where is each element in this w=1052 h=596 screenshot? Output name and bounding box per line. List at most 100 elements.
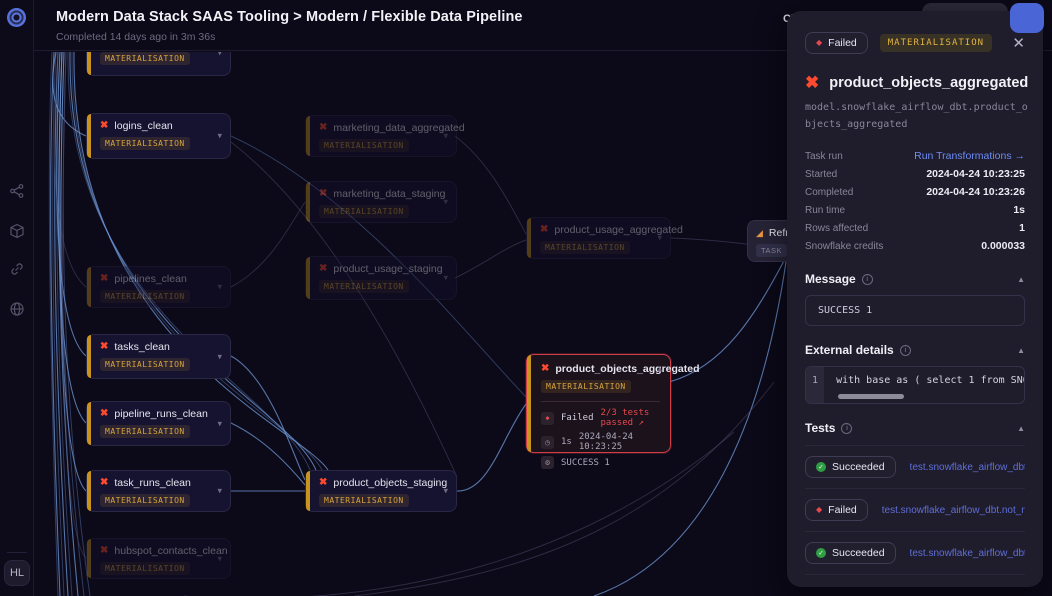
horizontal-scrollbar[interactable] (838, 394, 904, 399)
kv-label: Rows affected (805, 223, 868, 234)
test-status-label: Failed (828, 504, 857, 516)
test-link[interactable]: test.snowflake_airflow_dbt.unique_pro (910, 462, 1025, 473)
test-status-label: Succeeded (832, 461, 885, 473)
node-label: marketing_data_staging (333, 188, 445, 200)
sql-code-block[interactable]: 1 with base as ( select 1 from SNOWFLAKE (805, 366, 1025, 404)
primary-button[interactable] (1010, 3, 1044, 33)
materialisation-badge: MATERIALISATION (541, 380, 631, 393)
succeeded-check-icon: ✓ (816, 548, 826, 558)
graph-node-product_usage_aggregated[interactable]: ✖ product_usage_aggregated ▾ MATERIALISA… (526, 217, 671, 259)
node-label: logins_clean (114, 120, 172, 132)
message-section-title: Message (805, 272, 856, 286)
graph-edge (455, 136, 526, 234)
graph-icon[interactable] (9, 183, 25, 199)
materialisation-badge: MATERIALISATION (319, 205, 409, 218)
graph-node-product_objects_aggregated[interactable]: ✖ product_objects_aggregated ▴ MATERIALI… (526, 354, 671, 453)
chevron-down-icon[interactable]: ▾ (217, 282, 222, 293)
materialisation-badge: MATERIALISATION (100, 290, 190, 303)
status-badge: ◆ Failed (805, 32, 868, 54)
tests-section: Tests i ▲ ✓Succeededtest.snowflake_airfl… (805, 421, 1025, 575)
kv-value: 0.000033 (981, 240, 1025, 252)
test-link[interactable]: test.snowflake_airflow_dbt.not_null_pr (910, 548, 1025, 559)
package-icon[interactable] (9, 223, 25, 239)
code-line-number: 1 (806, 367, 824, 403)
dbt-icon: ✖ (100, 274, 108, 284)
chevron-down-icon[interactable]: ▾ (217, 131, 222, 142)
info-icon: i (862, 274, 873, 285)
collapse-icon[interactable]: ▲ (1017, 275, 1025, 284)
close-icon[interactable]: ✕ (1012, 36, 1025, 51)
graph-node-partial[interactable]: ✖ ▾ MATERIALISATION (86, 52, 231, 76)
kv-value: 2024-04-24 10:23:26 (926, 186, 1025, 198)
kv-row: Snowflake credits0.000033 (805, 237, 1025, 255)
node-status: Failed (561, 413, 594, 423)
link-icon[interactable] (9, 261, 25, 277)
dbt-icon: ✖ (319, 123, 327, 133)
kv-label: Started (805, 169, 837, 180)
graph-edge (457, 404, 526, 491)
status-badge-label: Failed (828, 37, 857, 49)
node-label: pipeline_runs_clean (114, 408, 207, 420)
divider (541, 401, 660, 402)
test-link[interactable]: test.snowflake_airflow_dbt.not_null_pr (882, 505, 1025, 516)
sidebar-divider (7, 552, 27, 553)
chevron-down-icon[interactable]: ▾ (443, 273, 448, 284)
tests-summary-link[interactable]: 2/3 tests passed ↗ (601, 408, 660, 428)
kv-label: Task run (805, 151, 843, 162)
tests-section-title: Tests (805, 421, 835, 435)
graph-node-tasks_clean[interactable]: ✖ tasks_clean ▾ MATERIALISATION (86, 334, 231, 379)
kv-row: Rows affected1 (805, 219, 1025, 237)
materialisation-badge: MATERIALISATION (319, 280, 409, 293)
graph-edge (63, 52, 86, 558)
dbt-icon: ✖ (805, 74, 819, 91)
dbt-icon: ✖ (100, 342, 108, 352)
chevron-down-icon[interactable]: ▾ (217, 553, 222, 564)
graph-node-pipeline_runs_clean[interactable]: ✖ pipeline_runs_clean ▾ MATERIALISATION (86, 401, 231, 446)
node-timestamp: 2024-04-24 10:23:25 (579, 432, 660, 452)
test-status-badge: ✓Succeeded (805, 542, 896, 564)
globe-icon[interactable] (9, 301, 25, 317)
graph-node-logins_clean[interactable]: ✖ logins_clean ▾ MATERIALISATION (86, 113, 231, 159)
chevron-down-icon[interactable]: ▾ (443, 486, 448, 497)
chevron-down-icon[interactable]: ▾ (217, 486, 222, 497)
user-avatar[interactable]: HL (4, 560, 30, 586)
dbt-icon: ✖ (319, 189, 327, 199)
materialisation-badge: MATERIALISATION (100, 52, 190, 65)
test-row: ◆Failedtest.snowflake_airflow_dbt.not_nu… (805, 489, 1025, 532)
kv-value: 2024-04-24 10:23:25 (926, 168, 1025, 180)
graph-node-product_objects_staging[interactable]: ✖ product_objects_staging ▾ MATERIALISAT… (305, 470, 457, 512)
collapse-icon[interactable]: ▲ (1017, 346, 1025, 355)
breadcrumb-title: Modern Data Stack SAAS Tooling > Modern … (56, 9, 523, 25)
materialisation-badge: MATERIALISATION (100, 358, 190, 371)
graph-node-marketing_data_aggregated[interactable]: ✖ marketing_data_aggregated ▾ MATERIALIS… (305, 115, 457, 157)
node-label: hubspot_contacts_clean (114, 545, 227, 557)
succeeded-check-icon: ✓ (816, 462, 826, 472)
model-identifier: model.snowflake_airflow_dbt.product_obje… (805, 99, 1033, 133)
chevron-down-icon[interactable]: ▾ (657, 233, 662, 244)
kv-row: Run time1s (805, 201, 1025, 219)
app-logo[interactable] (7, 8, 26, 27)
external-details-section: External details i ▲ 1 with base as ( se… (805, 343, 1025, 404)
node-label: tasks_clean (114, 341, 169, 353)
chevron-down-icon[interactable]: ▾ (217, 418, 222, 429)
graph-node-product_usage_staging[interactable]: ✖ product_usage_staging ▾ MATERIALISATIO… (305, 256, 457, 300)
task-icon: ◢ (756, 229, 763, 238)
dbt-icon: ✖ (100, 478, 108, 488)
failed-diamond-icon: ◆ (816, 39, 822, 47)
task-run-link[interactable]: Run Transformations → (914, 150, 1025, 162)
chevron-down-icon[interactable]: ▾ (217, 351, 222, 362)
collapse-icon[interactable]: ▲ (1017, 424, 1025, 433)
chevron-down-icon[interactable]: ▾ (443, 197, 448, 208)
graph-node-task_runs_clean[interactable]: ✖ task_runs_clean ▾ MATERIALISATION (86, 470, 231, 512)
chevron-down-icon[interactable]: ▾ (217, 52, 222, 59)
chevron-down-icon[interactable]: ▾ (443, 131, 448, 142)
kv-list: Task run Run Transformations → Started 2024… (805, 147, 1025, 255)
graph-node-marketing_data_staging[interactable]: ✖ marketing_data_staging ▾ MATERIALISATI… (305, 181, 457, 223)
materialisation-badge: MATERIALISATION (319, 494, 409, 507)
graph-node-hubspot_contacts_clean[interactable]: ✖ hubspot_contacts_clean ▾ MATERIALISATI… (86, 538, 231, 579)
chevron-up-icon[interactable]: ▴ (657, 364, 662, 375)
clock-icon: ◷ (541, 436, 554, 449)
dbt-icon: ✖ (319, 264, 327, 274)
graph-node-pipelines_clean[interactable]: ✖ pipelines_clean ▾ MATERIALISATION (86, 266, 231, 308)
task-badge: TASK (756, 244, 787, 257)
